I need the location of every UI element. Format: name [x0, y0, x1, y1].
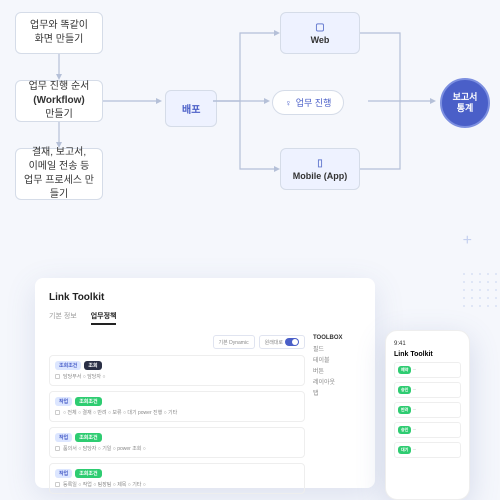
tab-policy[interactable]: 업무정책 — [91, 311, 117, 325]
phone-card[interactable]: 승인 ··· — [394, 422, 461, 438]
mobile-icon: ▯ — [317, 158, 323, 169]
toolbox-item[interactable]: 테이블 — [313, 355, 361, 364]
phone-card[interactable]: 승인 ··· — [394, 382, 461, 398]
step-box-3: 결재, 보고서, 이메일 전송 등 업무 프로세스 만들기 — [15, 148, 103, 200]
toggle-switch[interactable] — [285, 338, 299, 346]
status-bar-time: 9:41 — [394, 341, 461, 347]
step-box-1: 업무와 똑같이 화면 만들기 — [15, 12, 103, 54]
toolbox-item[interactable]: 탭 — [313, 388, 361, 397]
phone-card[interactable]: 대기 ··· — [394, 442, 461, 458]
task-progress-pill: ♀ 업무 진행 — [272, 90, 344, 115]
step-box-2: 업무 진행 순서 (Workflow) 만들기 — [15, 80, 103, 122]
phone-card[interactable]: 예약 ··· — [394, 362, 461, 378]
deploy-badge: 배포 — [165, 90, 217, 127]
phone-card[interactable]: 반려 ··· — [394, 402, 461, 418]
toolbox-panel: TOOLBOX 필드 테이블 버튼 레이아웃 탭 — [313, 335, 361, 499]
config-card-3[interactable]: 작업조회조건 품의서 ○ 담당자 ○ 기일 ○ power 조회 ○ — [49, 427, 305, 458]
mobile-platform-box: ▯ Mobile (App) — [280, 148, 360, 190]
toolbox-item[interactable]: 필드 — [313, 344, 361, 353]
monitor-icon: ▢ — [315, 22, 324, 33]
phone-app-title: Link Toolkit — [394, 351, 461, 358]
config-card-1[interactable]: 조회조건조회 담당부서 ○ 담당자 ○ — [49, 355, 305, 386]
toolbox-item[interactable]: 레이아웃 — [313, 377, 361, 386]
web-platform-box: ▢ Web — [280, 12, 360, 54]
user-icon: ♀ — [285, 98, 292, 108]
workflow-diagram: 업무와 똑같이 화면 만들기 업무 진행 순서 (Workflow) 만들기 결… — [0, 0, 500, 220]
config-card-4[interactable]: 작업조회조건 등록일 ○ 작업 ○ 팀장팀 ○ 제목 ○ 기타 ○ — [49, 463, 305, 494]
phone-mockup: 9:41 Link Toolkit 예약 ··· 승인 ··· 반려 ··· 승… — [385, 330, 470, 500]
toolbox-item[interactable]: 버튼 — [313, 366, 361, 375]
app-title: Link Toolkit — [49, 292, 361, 303]
tab-basic[interactable]: 기본 정보 — [49, 311, 77, 325]
dynamic-option[interactable]: 기본 Dynamic — [213, 335, 255, 349]
reset-option[interactable]: 원래대로 — [259, 335, 305, 349]
mockup-section: Link Toolkit 기본 정보 업무정책 기본 Dynamic 원래대로 … — [0, 240, 500, 500]
config-card-2[interactable]: 작업조회조건 ○ 전체 ○ 결재 ○ 반려 ○ 보류 ○ 대기 power 진행… — [49, 391, 305, 422]
laptop-mockup: Link Toolkit 기본 정보 업무정책 기본 Dynamic 원래대로 … — [35, 278, 375, 488]
report-circle: 보고서 통계 — [440, 78, 490, 128]
tab-bar: 기본 정보 업무정책 — [49, 311, 361, 325]
